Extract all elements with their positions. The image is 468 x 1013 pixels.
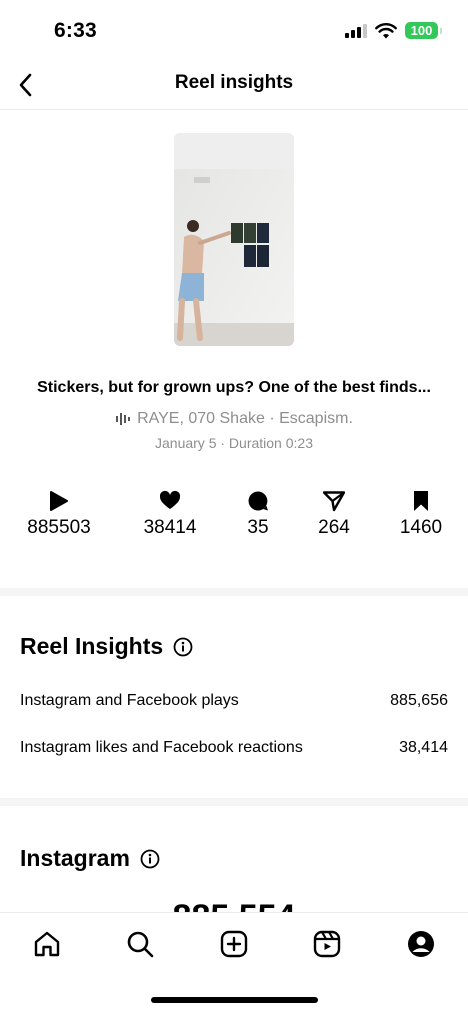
cellular-signal-icon (345, 23, 367, 38)
home-indicator (151, 997, 318, 1003)
reel-thumbnail-image (174, 133, 294, 346)
saves-value: 1460 (399, 517, 443, 538)
home-icon (34, 931, 60, 957)
play-icon (50, 491, 68, 511)
nav-search-button[interactable] (123, 927, 157, 961)
search-icon (127, 931, 154, 958)
section-divider (0, 798, 468, 806)
nav-home-button[interactable] (30, 927, 64, 961)
wifi-icon (375, 22, 397, 38)
instagram-section-title: Instagram (20, 845, 160, 872)
comment-icon (248, 491, 268, 511)
info-icon[interactable] (173, 637, 193, 657)
reel-meta: January 5 · Duration 0:23 (155, 435, 313, 451)
instagram-title-text: Instagram (20, 845, 130, 871)
reel-stats: 885503 38414 35 264 1460 (0, 490, 468, 550)
status-time: 6:33 (54, 19, 97, 42)
audio-waveform-icon (116, 413, 131, 425)
reel-insights-title-text: Reel Insights (20, 633, 164, 659)
comments-value: 35 (247, 517, 269, 538)
reel-audio[interactable]: RAYE, 070 Shake · Escapism. (0, 410, 468, 428)
insight-row-label: Instagram likes and Facebook reactions (20, 739, 303, 756)
likes-stat: 38414 (120, 490, 220, 539)
plays-value: 885503 (27, 517, 91, 538)
insight-row-value: 38,414 (399, 739, 448, 756)
plays-stat: 885503 (9, 490, 109, 539)
insight-row-value: 885,656 (390, 692, 448, 709)
insight-row-label: Instagram and Facebook plays (20, 692, 239, 709)
reels-icon (313, 930, 341, 958)
status-bar: 6:33 100 (0, 0, 468, 60)
section-divider (0, 588, 468, 596)
bookmark-icon (414, 491, 428, 511)
heart-icon (159, 490, 181, 509)
nav-create-button[interactable] (217, 927, 251, 961)
battery-icon: 100 (405, 22, 442, 39)
saves-stat: 1460 (371, 490, 468, 539)
nav-profile-button[interactable] (404, 927, 438, 961)
nav-reels-button[interactable] (310, 927, 344, 961)
profile-icon (408, 931, 434, 957)
info-icon[interactable] (140, 849, 160, 869)
shares-value: 264 (318, 517, 350, 538)
reel-caption: Stickers, but for grown ups? One of the … (37, 379, 431, 396)
page-title: Reel insights (174, 72, 294, 93)
reel-thumbnail[interactable] (174, 133, 294, 346)
nav-header: Reel insights (0, 60, 468, 110)
share-icon (323, 491, 345, 512)
insight-row: Instagram and Facebook plays 885,656 (20, 692, 448, 710)
reel-insights-title: Reel Insights (20, 633, 193, 660)
likes-value: 38414 (143, 517, 197, 538)
create-icon (220, 930, 248, 958)
bottom-nav (0, 912, 468, 1013)
reel-audio-text: RAYE, 070 Shake · Escapism. (137, 410, 353, 427)
shares-stat: 264 (284, 490, 384, 539)
status-icons: 100 (345, 22, 442, 39)
insight-row: Instagram likes and Facebook reactions 3… (20, 739, 448, 757)
